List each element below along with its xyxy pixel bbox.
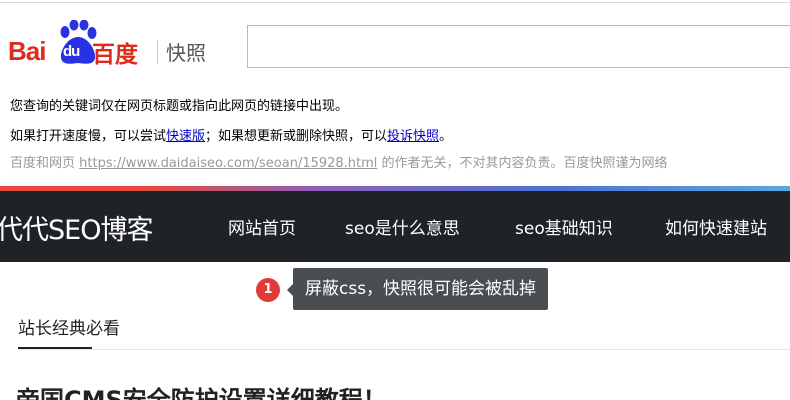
- notice-keyword-location: 您查询的关键词仅在网页标题或指向此网页的链接中出现。: [10, 95, 348, 114]
- logo-text-bai: Bai: [8, 36, 46, 66]
- notice-speed-tips: 如果打开速度慢，可以尝试快速版；如果想更新或删除快照，可以投诉快照。: [10, 125, 452, 144]
- notice-line3-part2: 的作者无关，不对其内容负责。百度快照谨为网络: [377, 156, 668, 171]
- baidu-snapshot-header: Bai du 百度 快照 您查询的关键词仅在网页标题或指向此网页的链接中出现。 …: [0, 0, 790, 188]
- nav-item-what-is-seo[interactable]: seo是什么意思: [345, 214, 460, 239]
- nav-item-seo-basics[interactable]: seo基础知识: [515, 214, 613, 239]
- nav-item-quick-build[interactable]: 如何快速建站: [665, 214, 767, 239]
- top-border: [0, 2, 790, 3]
- search-input[interactable]: [247, 25, 790, 68]
- fast-version-link[interactable]: 快速版: [166, 129, 205, 144]
- site-title[interactable]: 代代SEO博客: [0, 208, 153, 247]
- notice-line1-text: 您查询的关键词仅在网页标题或指向此网页的链接中出现。: [10, 99, 349, 114]
- logo-text-cn: 百度: [92, 42, 138, 68]
- article-title[interactable]: 帝国CMS安全防护设置详细教程！: [16, 380, 387, 400]
- tab-divider: [18, 349, 790, 350]
- blog-navbar: 代代SEO博客 网站首页 seo是什么意思 seo基础知识 如何快速建站: [0, 191, 790, 262]
- notice-line2-part2: ；如果想更新或删除快照，可以: [205, 129, 388, 144]
- notice-line3-part1: 百度和网页: [10, 156, 80, 171]
- notice-disclaimer: 百度和网页 https://www.daidaiseo.com/seoan/15…: [10, 152, 668, 171]
- original-page-link[interactable]: https://www.daidaiseo.com/seoan/15928.ht…: [79, 156, 377, 171]
- annotation-tooltip: 1 屏蔽css，快照很可能会被乱掉: [256, 268, 596, 310]
- baidu-logo[interactable]: Bai du 百度 快照: [8, 20, 238, 70]
- complain-snapshot-link[interactable]: 投诉快照: [387, 129, 439, 144]
- notice-line2-part1: 如果打开速度慢，可以尝试: [10, 129, 167, 144]
- logo-divider: [157, 40, 158, 64]
- logo-text-du: du: [63, 43, 80, 60]
- notice-line2-part3: 。: [439, 129, 453, 144]
- snapshot-label: 快照: [166, 41, 206, 65]
- tooltip-text: 屏蔽css，快照很可能会被乱掉: [293, 268, 549, 310]
- annotation-badge: 1: [256, 278, 280, 302]
- nav-item-home[interactable]: 网站首页: [228, 214, 296, 239]
- tab-must-read[interactable]: 站长经典必看: [18, 314, 120, 339]
